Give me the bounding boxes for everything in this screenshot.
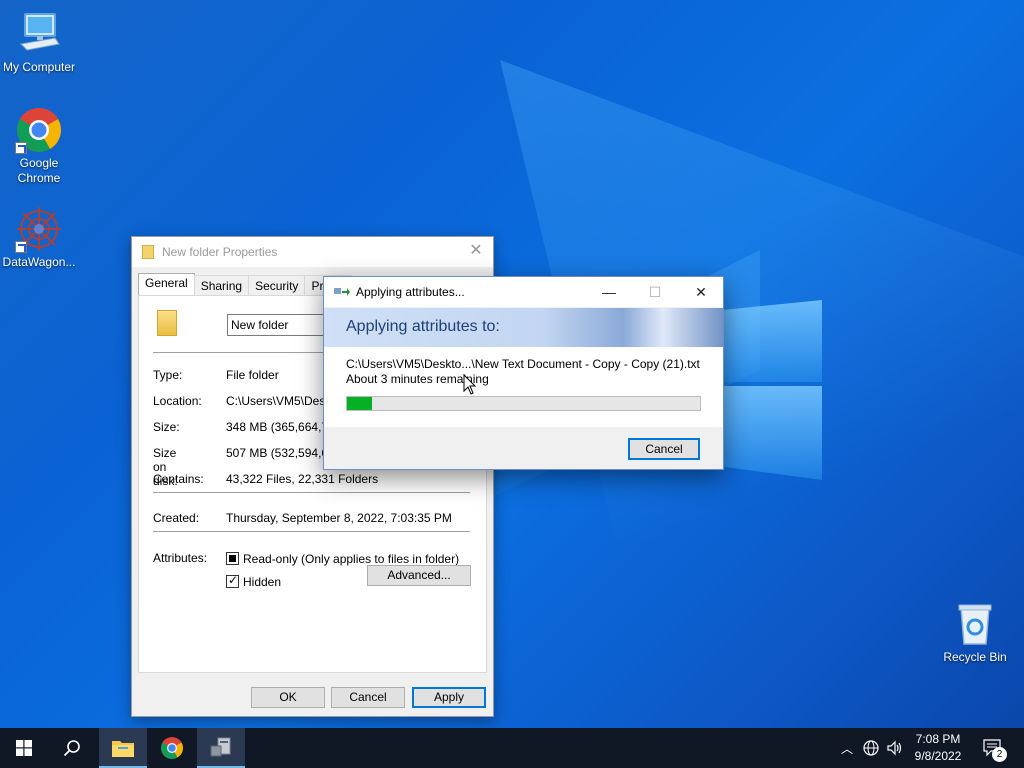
apply-button[interactable]: Apply [412, 687, 486, 708]
chevron-up-icon: ︿ [840, 741, 853, 756]
desktop-icon-label: Google Chrome [17, 156, 61, 185]
folder-icon [142, 245, 154, 259]
divider [153, 531, 470, 532]
recycle-bin-icon [951, 600, 999, 648]
chrome-icon [161, 737, 183, 759]
cancel-button[interactable]: Cancel [331, 687, 405, 708]
location-value: C:\Users\VM5\Desk [226, 394, 332, 408]
close-icon[interactable]: ✕ [467, 242, 485, 260]
desktop-icon-label: My Computer [2, 60, 76, 74]
notification-badge: 2 [992, 747, 1007, 762]
dialog-title: Applying attributes... [356, 285, 465, 299]
close-icon[interactable]: ✕ [678, 277, 724, 307]
hidden-label: Hidden [243, 575, 282, 589]
applying-attributes-dialog: Applying attributes... — ☐ ✕ Applying at… [323, 276, 724, 470]
globe-icon [863, 740, 879, 756]
type-value: File folder [226, 368, 279, 382]
size-on-disk-value: 507 MB (532,594,68 [226, 446, 335, 460]
copy-progress-icon [334, 288, 350, 296]
shortcut-arrow-icon [15, 241, 27, 253]
taskbar: ︿ 7:08 PM 9/8/2022 2 [0, 728, 1024, 768]
contains-value: 43,322 Files, 22,331 Folders [226, 472, 379, 486]
desktop-icon-datawagon[interactable]: DataWagon... [0, 205, 79, 270]
created-value: Thursday, September 8, 2022, 7:03:35 PM [226, 511, 452, 525]
attributes-label: Attributes: [153, 551, 208, 565]
progress-fill [347, 397, 372, 410]
desktop-icon-recycle-bin[interactable]: Recycle Bin [935, 600, 1015, 665]
windows-logo-pane-br [724, 386, 822, 480]
dialog-banner: Applying attributes to: [324, 308, 723, 347]
chrome-icon [15, 106, 63, 154]
clock-date: 9/8/2022 [914, 749, 962, 763]
taskbar-app[interactable] [197, 728, 245, 768]
window-title: New folder Properties [162, 245, 278, 259]
start-button[interactable] [0, 728, 48, 768]
taskbar-chrome[interactable] [148, 728, 196, 768]
progress-bar [346, 396, 701, 411]
properties-titlebar[interactable]: New folder Properties [132, 237, 493, 267]
windows-icon [16, 740, 32, 756]
file-explorer-icon [112, 741, 134, 757]
desktop-icon-label: DataWagon... [2, 255, 76, 269]
folder-large-icon [157, 310, 177, 336]
current-file-path: C:\Users\VM5\Deskto...\New Text Document… [346, 357, 700, 371]
volume-button[interactable] [884, 728, 906, 768]
dialog-body: C:\Users\VM5\Deskto...\New Text Document… [324, 347, 723, 427]
size-value: 348 MB (365,664,78 [226, 420, 335, 434]
show-hidden-icons[interactable]: ︿ [838, 728, 856, 768]
shortcut-arrow-icon [15, 142, 27, 154]
minimize-icon[interactable]: — [586, 277, 632, 307]
clock-time: 7:08 PM [915, 732, 961, 746]
windows-logo-pane-tr [724, 300, 822, 382]
divider [153, 492, 470, 493]
desktop-icon-google-chrome[interactable]: Google Chrome [0, 106, 79, 186]
ok-button[interactable]: OK [251, 687, 325, 708]
taskbar-file-explorer[interactable] [99, 728, 147, 768]
tab-security[interactable]: Security [248, 275, 306, 296]
search-icon [63, 740, 80, 757]
dialog-footer: Cancel [324, 427, 723, 469]
action-center-button[interactable]: 2 [976, 728, 1010, 768]
contains-label: Contains: [153, 472, 204, 486]
created-label: Created: [153, 511, 200, 525]
mouse-cursor-icon [463, 374, 477, 395]
dialog-heading: Applying attributes to: [346, 318, 500, 335]
advanced-button[interactable]: Advanced... [367, 565, 471, 586]
taskbar-clock[interactable]: 7:08 PM 9/8/2022 [906, 731, 970, 765]
properties-tabs: General Sharing Security Previo [138, 273, 353, 296]
search-button[interactable] [48, 728, 96, 768]
tab-general[interactable]: General [138, 273, 195, 296]
size-label: Size: [153, 420, 180, 434]
speaker-icon [887, 740, 902, 756]
network-button[interactable] [860, 728, 882, 768]
type-label: Type: [153, 368, 183, 382]
cancel-button[interactable]: Cancel [628, 438, 700, 460]
datawagon-icon [15, 205, 63, 253]
hidden-checkbox[interactable] [226, 573, 239, 588]
readonly-label: Read-only (Only applies to files in fold… [243, 552, 460, 566]
maximize-icon[interactable]: ☐ [632, 277, 678, 307]
computer-icon [15, 10, 63, 58]
server-app-icon [210, 737, 231, 757]
location-label: Location: [153, 394, 202, 408]
tab-sharing[interactable]: Sharing [193, 275, 250, 296]
desktop-icon-label: Recycle Bin [943, 650, 1007, 664]
readonly-checkbox[interactable] [226, 552, 239, 565]
desktop-icon-my-computer[interactable]: My Computer [0, 10, 79, 75]
